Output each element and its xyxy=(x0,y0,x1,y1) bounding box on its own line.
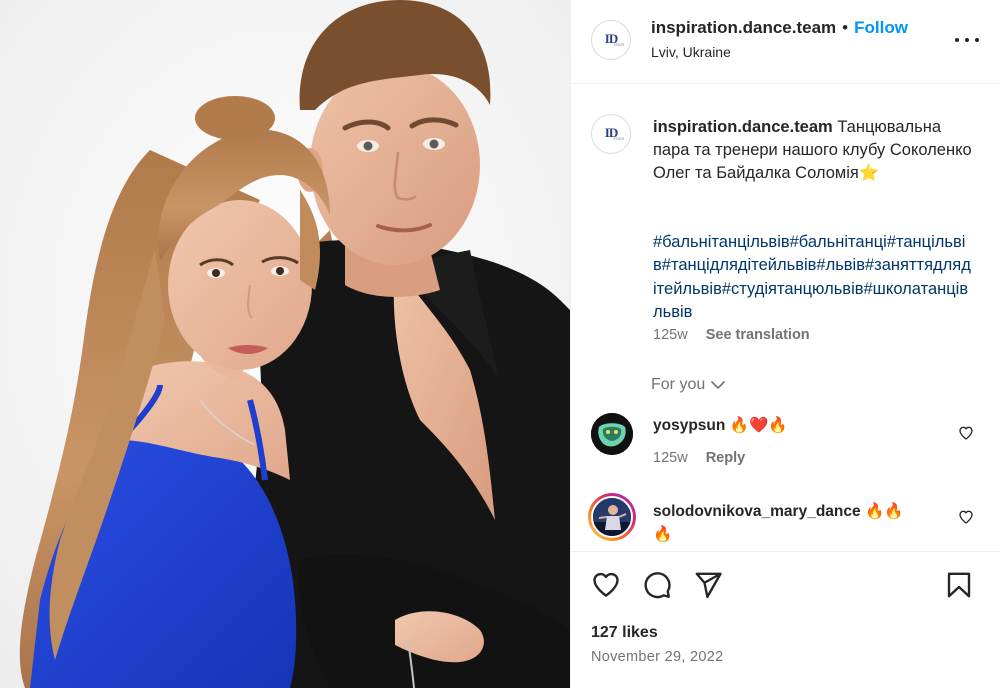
chevron-down-icon xyxy=(711,380,726,389)
comment-text: 🔥🔥 xyxy=(865,503,904,520)
header-username[interactable]: inspiration.dance.team xyxy=(651,18,836,38)
likes-count[interactable]: 127 likes xyxy=(591,624,658,642)
header-title-row: inspiration.dance.team • Follow xyxy=(651,18,908,38)
comment-text-wrap: 🔥 xyxy=(653,526,673,543)
logo-sub: Team xyxy=(613,137,624,142)
post-photo[interactable] xyxy=(0,0,570,688)
comment-text: 🔥❤️🔥 xyxy=(729,417,788,434)
post-date[interactable]: November 29, 2022 xyxy=(591,649,723,665)
post-side-panel: ID Team inspiration.dance.team • Follow … xyxy=(570,0,1000,688)
comment-age: 125w xyxy=(653,450,688,466)
comment-username[interactable]: solodovnikova_mary_dance xyxy=(653,503,861,520)
comment-solodovnikova: solodovnikova_mary_dance 🔥🔥 🔥 xyxy=(653,500,943,546)
logo-sub: Team xyxy=(613,43,624,48)
for-you-label: For you xyxy=(651,376,706,393)
comment-meta: 125w Reply xyxy=(653,450,745,466)
for-you-dropdown[interactable]: For you xyxy=(651,376,726,394)
account-avatar[interactable]: ID Team xyxy=(591,20,631,60)
commenter-avatar-story[interactable] xyxy=(588,493,636,541)
bookmark-icon[interactable] xyxy=(944,570,974,600)
post-caption: inspiration.dance.team Танцювальна пара … xyxy=(653,116,973,185)
share-icon[interactable] xyxy=(693,570,723,600)
dancer-avatar-graphic xyxy=(593,498,631,536)
follow-button[interactable]: Follow xyxy=(854,18,908,38)
separator-dot: • xyxy=(842,18,849,37)
comment-icon[interactable] xyxy=(642,570,672,600)
post-actions: 127 likes November 29, 2022 xyxy=(571,551,1000,688)
post-location[interactable]: Lviv, Ukraine xyxy=(651,44,731,60)
yosypsun-avatar-image xyxy=(591,413,633,455)
commenter-avatar[interactable] xyxy=(591,413,633,455)
post-header: ID Team inspiration.dance.team • Follow … xyxy=(571,0,1000,84)
comment-heart-icon[interactable] xyxy=(958,425,974,441)
more-horizontal-icon[interactable] xyxy=(955,28,979,52)
heart-icon[interactable] xyxy=(591,570,621,600)
caption-avatar[interactable]: ID Team xyxy=(591,114,631,154)
comment-yosypsun: yosypsun 🔥❤️🔥 xyxy=(653,416,788,435)
reply-button[interactable]: Reply xyxy=(706,450,746,466)
comment-heart-icon[interactable] xyxy=(958,509,974,525)
comment-username[interactable]: yosypsun xyxy=(653,417,725,434)
caption-username[interactable]: inspiration.dance.team xyxy=(653,118,833,136)
dance-couple-photo xyxy=(0,0,570,688)
caption-hashtags[interactable]: #бальнітанцільвів#бальнітанці#танцільвів… xyxy=(653,231,971,324)
see-translation-button[interactable]: See translation xyxy=(706,327,810,343)
caption-age: 125w xyxy=(653,327,688,343)
solodovnikova-avatar-image xyxy=(591,496,633,538)
caption-meta: 125w See translation xyxy=(653,327,810,343)
